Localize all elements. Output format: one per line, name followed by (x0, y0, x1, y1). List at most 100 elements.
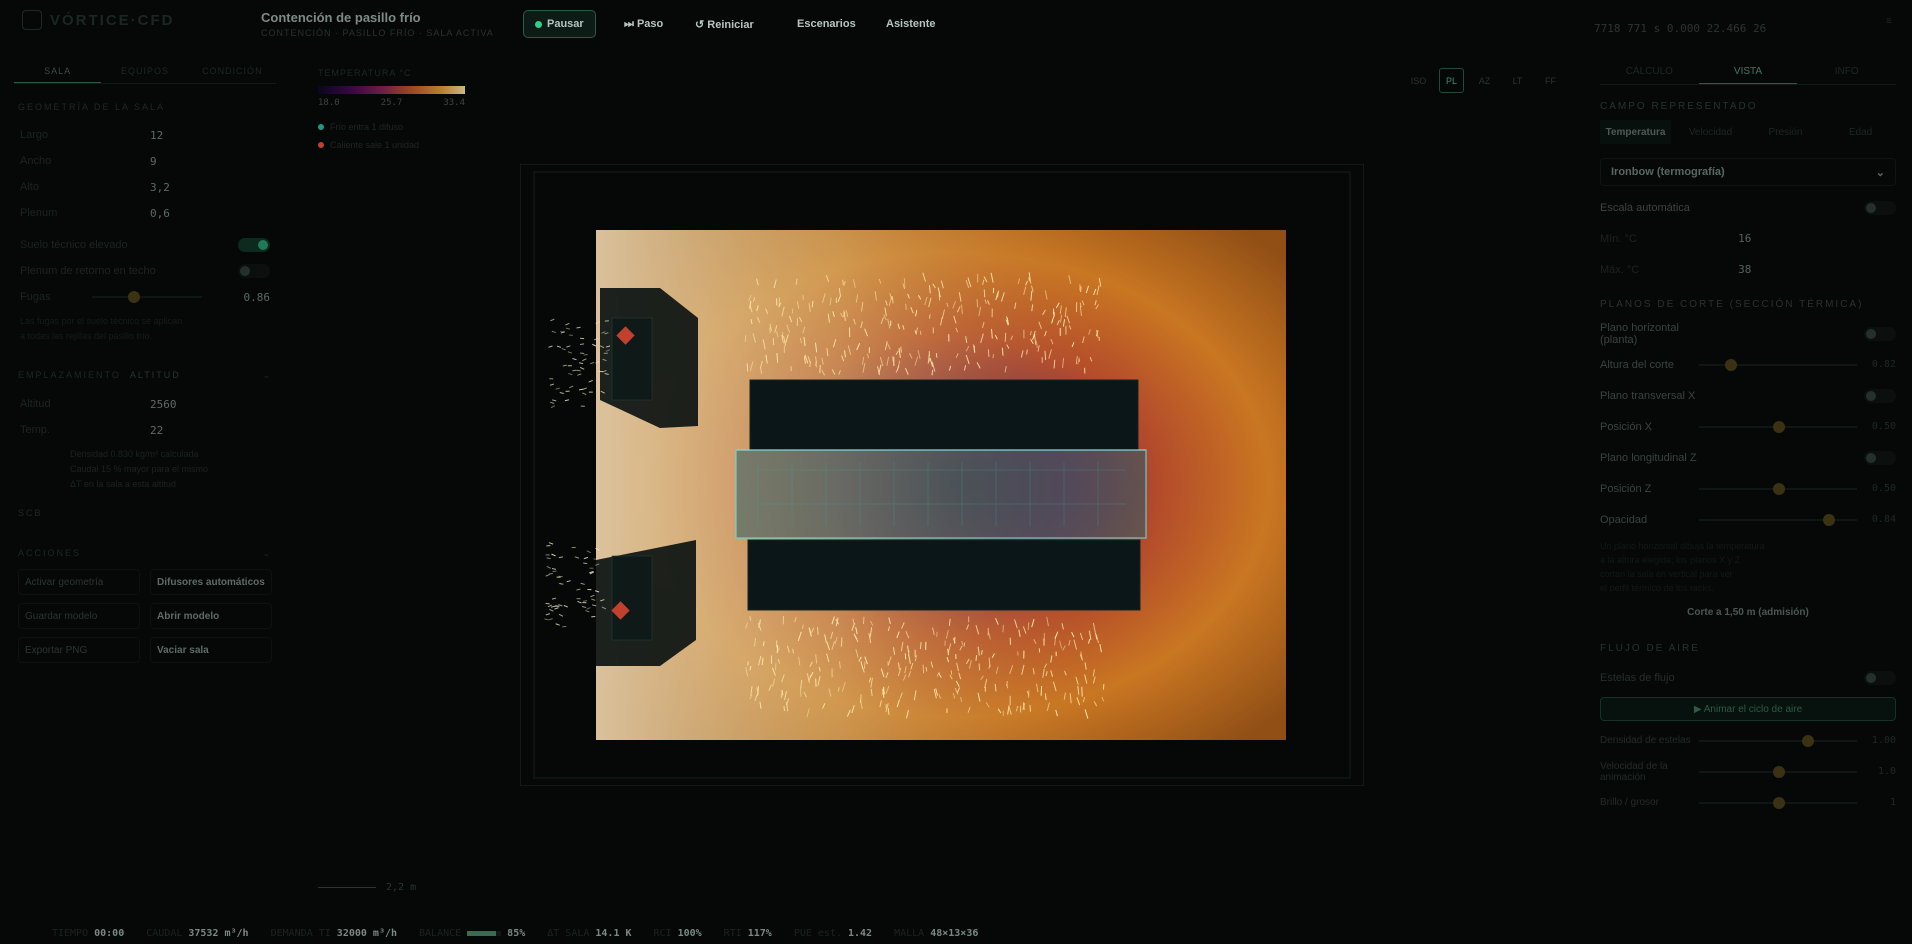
cut-plane-slider[interactable] (1698, 482, 1857, 495)
streamline (1026, 349, 1028, 355)
altitude-input[interactable]: 2560 (150, 398, 270, 411)
tab-vista[interactable]: VISTA (1698, 60, 1798, 84)
cfd-viewport[interactable] (520, 164, 1364, 786)
view-plan-button[interactable]: PL (1439, 68, 1464, 93)
streamline (561, 348, 566, 351)
min-input[interactable]: 16 (1738, 232, 1896, 245)
view-iso-button[interactable]: ISO (1406, 68, 1431, 93)
width-input[interactable]: 9 (150, 155, 270, 168)
window-menu-icon[interactable]: ≡ (1886, 16, 1892, 27)
rack-row-south[interactable] (747, 539, 1141, 611)
tab-calculo[interactable]: CÁLCULO (1600, 60, 1699, 84)
streamline (922, 664, 925, 674)
reset-button[interactable]: ↺ Reiniciar (684, 10, 765, 38)
toggle-label: Suelo técnico elevado (20, 239, 128, 251)
streamline (903, 278, 906, 288)
cut-plane-slider[interactable] (1698, 420, 1857, 433)
cut-plane-toggle[interactable] (1864, 388, 1896, 403)
slider-knob[interactable] (1772, 765, 1785, 778)
actions-title: ACCIONES (18, 548, 82, 558)
field-pressure[interactable]: Presión (1750, 120, 1821, 144)
tab-info[interactable]: INFO (1797, 60, 1896, 84)
flow-setting-label: Brillo / grosor (1600, 797, 1659, 808)
scenarios-button[interactable]: Escenarios (786, 10, 867, 38)
rack-row-north[interactable] (749, 379, 1139, 451)
tab-condicion[interactable]: CONDICIÓN (189, 60, 276, 83)
streamline (852, 618, 855, 624)
colorbar (318, 86, 465, 94)
note-line: a todas las rejillas del pasillo frío. (20, 331, 153, 341)
slider-knob[interactable] (1822, 513, 1835, 526)
project-subtitle: CONTENCIÓN · PASILLO FRÍO · SALA ACTIVA (261, 28, 494, 38)
assistant-button[interactable]: Asistente (875, 10, 947, 38)
auto-diffusers-button[interactable]: Difusores automáticos (150, 569, 272, 595)
climate-header[interactable]: EMPLAZAMIENTO ALTITUD ⌄ (18, 370, 272, 381)
cut-preset-button[interactable]: Corte a 1,50 m (admisión) (1600, 601, 1896, 623)
status-key: TIEMPO (52, 927, 89, 939)
streamline (590, 594, 595, 598)
streamline (592, 343, 597, 347)
open-model-button[interactable]: Abrir modelo (150, 603, 272, 629)
cut-note: Un plano horizontal dibuja la temperatur… (1600, 539, 1896, 595)
flow-setting-slider[interactable] (1698, 734, 1857, 747)
auto-scale-toggle[interactable] (1864, 200, 1896, 215)
streamline (545, 613, 551, 616)
cut-plane-row: Posición Z 0.50 (1600, 473, 1896, 504)
flow-setting-slider[interactable] (1698, 796, 1857, 809)
save-model-button[interactable]: Guardar modelo (18, 603, 140, 629)
cold-aisle-containment[interactable] (735, 449, 1147, 539)
streamline (545, 573, 550, 577)
max-input[interactable]: 38 (1738, 263, 1896, 276)
view-az-button[interactable]: AZ (1472, 68, 1497, 93)
status-item: MALLA 48×13×36 (894, 928, 978, 939)
streamline (919, 330, 922, 335)
tab-equipos[interactable]: EQUIPOS (101, 60, 188, 83)
length-input[interactable]: 12 (150, 129, 270, 142)
status-key: CAUDAL (146, 927, 183, 939)
cut-plane-slider[interactable] (1698, 358, 1857, 371)
cut-plane-toggle[interactable] (1864, 326, 1896, 341)
streamline (583, 556, 589, 560)
max-row: Máx. °C 38 (1600, 254, 1896, 285)
view-ff-button[interactable]: FF (1538, 68, 1563, 93)
temperature-input[interactable]: 22 (150, 424, 270, 437)
streamline (583, 353, 588, 356)
palette-select[interactable]: Ironbow (termografía) ⌄ (1600, 158, 1896, 186)
flow-setting-slider[interactable] (1698, 765, 1857, 778)
activate-geometry-button[interactable]: Activar geometría (18, 569, 140, 595)
pause-button[interactable]: Pausar (523, 10, 596, 38)
vortex-logo-icon (22, 10, 42, 30)
cut-plane-toggle[interactable] (1864, 450, 1896, 465)
field-age[interactable]: Edad (1825, 120, 1896, 144)
field-temperature[interactable]: Temperatura (1600, 120, 1671, 144)
view-lt-button[interactable]: LT (1505, 68, 1530, 93)
streamlines-toggle[interactable] (1864, 670, 1896, 685)
tab-sala[interactable]: SALA (14, 60, 102, 83)
right-panel: CÁLCULO VISTA INFO CAMPO REPRESENTADO Te… (1584, 46, 1912, 916)
streamline (579, 366, 585, 370)
height-input[interactable]: 3,2 (150, 181, 270, 194)
slider-knob[interactable] (1725, 358, 1738, 371)
slider-knob[interactable] (1772, 420, 1785, 433)
ceiling-plenum-toggle[interactable] (238, 264, 270, 278)
streamline (576, 369, 581, 372)
raised-floor-toggle[interactable] (238, 238, 270, 252)
crac-unit[interactable] (596, 540, 696, 666)
step-button[interactable]: ⏭ Paso (613, 10, 674, 38)
slider-knob[interactable] (128, 291, 141, 303)
actions-grid: Activar geometría Difusores automáticos … (18, 569, 272, 663)
streamline (550, 605, 556, 608)
leakage-slider[interactable] (92, 291, 203, 303)
slider-knob[interactable] (1772, 796, 1785, 809)
actions-header[interactable]: ACCIONES ⌄ (18, 548, 272, 559)
export-png-button[interactable]: Exportar PNG (18, 637, 140, 663)
slider-knob[interactable] (1772, 482, 1785, 495)
animate-airflow-button[interactable]: ▶ Animar el ciclo de aire (1600, 697, 1896, 721)
cut-plane-slider[interactable] (1698, 513, 1857, 526)
streamline (1044, 350, 1047, 361)
legend-title: TEMPERATURA °C (318, 68, 412, 78)
slider-knob[interactable] (1802, 734, 1815, 747)
field-velocity[interactable]: Velocidad (1675, 120, 1746, 144)
plenum-input[interactable]: 0,6 (150, 207, 270, 220)
empty-room-button[interactable]: Vaciar sala (150, 637, 272, 663)
